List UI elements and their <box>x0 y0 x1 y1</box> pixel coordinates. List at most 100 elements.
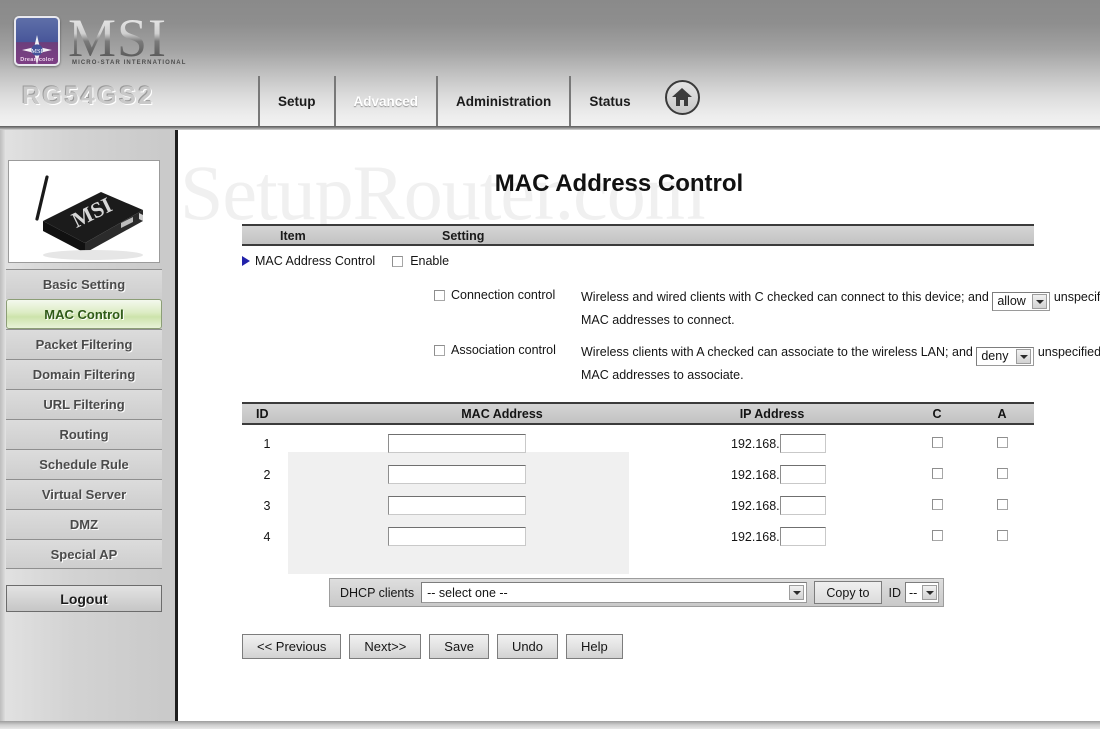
connection-control-policy-select[interactable]: allow <box>992 292 1051 311</box>
association-control-description: Wireless clients with A checked can asso… <box>581 343 1100 385</box>
sidebar-item-packet-filtering[interactable]: Packet Filtering <box>6 329 162 359</box>
brand-wordmark: MSI <box>68 8 168 68</box>
association-checkbox[interactable] <box>997 499 1008 510</box>
next-label: Next>> <box>364 639 407 654</box>
item-setting-header: Item Setting <box>242 224 1034 246</box>
dhcp-clients-select[interactable]: -- select one -- <box>421 582 808 603</box>
mac-address-input[interactable] <box>388 527 526 546</box>
msi-badge-icon: MSI Dreamcolor <box>14 16 60 66</box>
column-header-c: C <box>932 407 942 421</box>
association-checkbox[interactable] <box>997 468 1008 479</box>
msi-logo: MSI Dreamcolor MSI MICRO-STAR INTERNATIO… <box>12 8 227 70</box>
association-checkbox[interactable] <box>997 530 1008 541</box>
column-header-item: Item <box>280 229 306 243</box>
model-name: RG54GS2 <box>22 82 155 110</box>
ip-suffix-input[interactable] <box>780 434 826 453</box>
undo-button[interactable]: Undo <box>496 634 559 659</box>
sidebar-item-label: Packet Filtering <box>35 337 133 352</box>
mac-address-control-enable-label: Enable <box>410 254 450 268</box>
brand-subtitle: MICRO-STAR INTERNATIONAL <box>72 60 187 66</box>
sidebar: MSI Basic Setting MAC Control Packet Fil… <box>0 130 178 721</box>
table-row: 4 192.168.1. <box>242 522 1034 553</box>
copy-to-button[interactable]: Copy to <box>814 581 882 604</box>
connection-control-checkbox[interactable] <box>434 290 445 301</box>
row-id: 2 <box>263 468 271 482</box>
sidebar-item-dmz[interactable]: DMZ <box>6 509 162 539</box>
association-control-checkbox[interactable] <box>434 345 445 356</box>
sidebar-item-special-ap[interactable]: Special AP <box>6 539 162 569</box>
connection-control-description: Wireless and wired clients with C checke… <box>581 288 1100 330</box>
router-product-image: MSI <box>8 160 160 263</box>
column-header-mac-address: MAC Address <box>461 407 543 421</box>
ip-suffix-input[interactable] <box>780 496 826 515</box>
save-button[interactable]: Save <box>429 634 489 659</box>
sidebar-item-label: DMZ <box>69 517 99 532</box>
main-nav: Setup Advanced Administration Status <box>258 76 716 126</box>
connection-checkbox[interactable] <box>932 437 943 448</box>
mac-address-input[interactable] <box>388 465 526 484</box>
column-header-a: A <box>997 407 1007 421</box>
previous-button[interactable]: << Previous <box>242 634 342 659</box>
dhcp-id-select[interactable]: -- <box>905 582 939 603</box>
page-bottom-bar <box>0 721 1100 729</box>
sidebar-item-url-filtering[interactable]: URL Filtering <box>6 389 162 419</box>
sidebar-item-virtual-server[interactable]: Virtual Server <box>6 479 162 509</box>
row-id: 3 <box>263 499 271 513</box>
undo-label: Undo <box>511 639 544 654</box>
logout-label: Logout <box>60 590 108 607</box>
connection-control-row: Connection control Wireless and wired cl… <box>434 288 1100 330</box>
mac-address-input[interactable] <box>388 434 526 453</box>
mac-address-input[interactable] <box>388 496 526 515</box>
tab-advanced[interactable]: Advanced <box>333 76 437 126</box>
sidebar-item-schedule-rule[interactable]: Schedule Rule <box>6 449 162 479</box>
connection-checkbox[interactable] <box>932 499 943 510</box>
page-header: MSI Dreamcolor MSI MICRO-STAR INTERNATIO… <box>0 0 1100 130</box>
association-control-label: Association control <box>451 343 556 357</box>
sidebar-item-label: Virtual Server <box>41 487 127 502</box>
ip-suffix-input[interactable] <box>780 465 826 484</box>
sidebar-item-label: MAC Control <box>44 306 124 322</box>
chevron-down-icon <box>789 585 805 600</box>
association-control-desc-line2: MAC addresses to associate. <box>581 368 744 382</box>
sidebar-item-label: Schedule Rule <box>39 457 129 472</box>
association-control-desc-before: Wireless clients with A checked can asso… <box>581 345 973 359</box>
sidebar-item-routing[interactable]: Routing <box>6 419 162 449</box>
table-row: 2 192.168.1. <box>242 460 1034 491</box>
connection-checkbox[interactable] <box>932 530 943 541</box>
tab-administration[interactable]: Administration <box>436 76 569 126</box>
dhcp-clients-bar: DHCP clients -- select one -- Copy to ID… <box>329 578 944 607</box>
sidebar-item-label: Routing <box>59 427 109 442</box>
connection-control-desc-before: Wireless and wired clients with C checke… <box>581 290 989 304</box>
connection-checkbox[interactable] <box>932 468 943 479</box>
next-button[interactable]: Next>> <box>349 634 422 659</box>
body-area: MSI Basic Setting MAC Control Packet Fil… <box>0 130 1100 729</box>
sidebar-item-label: Special AP <box>50 546 118 562</box>
chevron-down-icon <box>1016 349 1032 364</box>
sidebar-item-basic-setting[interactable]: Basic Setting <box>6 269 162 299</box>
sidebar-item-label: URL Filtering <box>43 397 125 412</box>
help-button[interactable]: Help <box>566 634 623 659</box>
home-button[interactable] <box>649 76 716 126</box>
mac-table-header: ID MAC Address IP Address C A <box>242 402 1034 425</box>
svg-text:MSI: MSI <box>31 48 43 55</box>
sidebar-item-label: Domain Filtering <box>32 367 136 382</box>
mac-address-control-enable-checkbox[interactable] <box>392 255 404 267</box>
association-checkbox[interactable] <box>997 437 1008 448</box>
tab-administration-label: Administration <box>456 93 552 109</box>
ip-suffix-input[interactable] <box>780 527 826 546</box>
tab-setup[interactable]: Setup <box>258 76 334 126</box>
copy-to-label: Copy to <box>826 585 870 600</box>
tab-status[interactable]: Status <box>569 76 648 126</box>
connection-control-policy-value: allow <box>997 294 1026 308</box>
tab-advanced-label: Advanced <box>353 93 419 109</box>
row-id: 4 <box>263 530 271 544</box>
mac-address-control-row: MAC Address Control Enable <box>242 254 449 268</box>
sidebar-item-mac-control[interactable]: MAC Control <box>6 299 162 329</box>
association-control-desc-after: unspecified <box>1037 345 1100 359</box>
sidebar-menu: Basic Setting MAC Control Packet Filteri… <box>6 269 162 569</box>
table-row: 1 192.168.1. <box>242 429 1034 460</box>
association-control-policy-select[interactable]: deny <box>976 347 1035 366</box>
column-header-setting: Setting <box>442 229 485 243</box>
logout-button[interactable]: Logout <box>6 585 162 612</box>
sidebar-item-domain-filtering[interactable]: Domain Filtering <box>6 359 162 389</box>
